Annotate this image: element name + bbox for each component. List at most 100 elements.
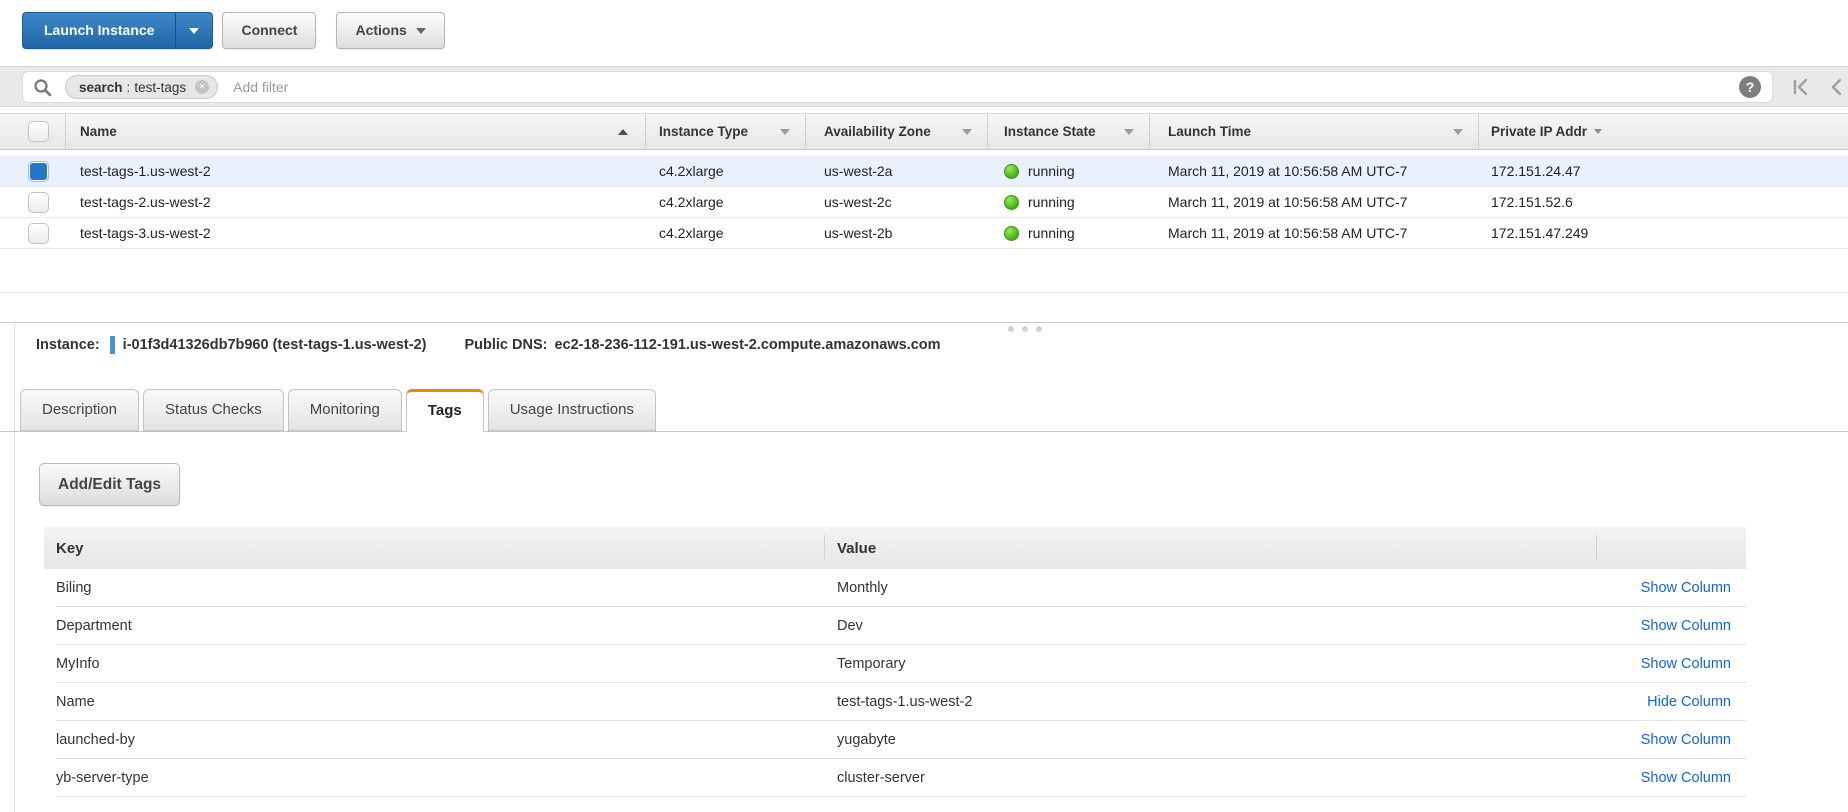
instance-state: running xyxy=(988,218,1150,248)
row-checkbox[interactable] xyxy=(28,192,49,213)
search-icon xyxy=(33,78,52,97)
toolbar: Launch Instance Connect Actions xyxy=(22,12,445,49)
first-page-icon[interactable] xyxy=(1791,78,1811,96)
add-filter-placeholder[interactable]: Add filter xyxy=(233,79,288,95)
column-header-availability-zone[interactable]: Availability Zone xyxy=(806,114,988,149)
show-column-link[interactable]: Show Column xyxy=(1641,656,1731,672)
select-all-checkbox[interactable] xyxy=(28,121,49,142)
tag-value-text: test-tags-1.us-west-2 xyxy=(837,694,972,710)
tag-action: Show Column xyxy=(1597,607,1746,645)
public-dns: Public DNS: ec2-18-236-112-191.us-west-2… xyxy=(464,337,940,353)
remove-filter-icon[interactable] xyxy=(195,80,209,94)
tag-key: launched-by xyxy=(44,721,825,759)
filter-tag-key: search xyxy=(79,80,123,95)
instance-type-text: c4.2xlarge xyxy=(659,163,724,179)
tag-key-text: Department xyxy=(56,618,132,634)
tab-description[interactable]: Description xyxy=(20,389,139,431)
instance-state-text: running xyxy=(1028,163,1075,179)
filter-input[interactable]: search : test-tags Add filter ? xyxy=(22,71,1773,103)
launch-time-text: March 11, 2019 at 10:56:58 AM UTC-7 xyxy=(1168,194,1407,210)
launch-instance-button[interactable]: Launch Instance xyxy=(22,12,176,49)
filter-tag-separator: : xyxy=(127,80,131,95)
chevron-down-icon[interactable] xyxy=(1124,129,1134,135)
instance-type: c4.2xlarge xyxy=(646,156,806,186)
table-row[interactable]: test-tags-3.us-west-2 c4.2xlarge us-west… xyxy=(0,218,1848,249)
availability-zone-text: us-west-2c xyxy=(824,194,892,210)
tag-row: launched-by yugabyte Show Column xyxy=(44,721,1746,759)
instance-state-text: running xyxy=(1028,194,1075,210)
tags-table-header: Key Value xyxy=(44,527,1746,569)
sort-toggle-icon xyxy=(1594,129,1602,134)
hide-column-link[interactable]: Hide Column xyxy=(1647,694,1731,710)
tag-action: Show Column xyxy=(1597,569,1746,607)
tab-status-checks[interactable]: Status Checks xyxy=(143,389,284,431)
instance-type: c4.2xlarge xyxy=(646,218,806,248)
tag-row: yb-server-type cluster-server Show Colum… xyxy=(44,759,1746,797)
public-dns-label: Public DNS: xyxy=(464,337,547,353)
instance-name-text: test-tags-2.us-west-2 xyxy=(80,194,211,210)
tag-row: Department Dev Show Column xyxy=(44,607,1746,645)
row-checkbox[interactable] xyxy=(28,223,49,244)
tag-key-text: MyInfo xyxy=(56,656,100,672)
tag-value-text: Monthly xyxy=(837,580,888,596)
help-icon[interactable]: ? xyxy=(1739,76,1761,98)
availability-zone: us-west-2b xyxy=(806,218,988,248)
column-label: Instance Type xyxy=(659,124,748,139)
chevron-down-icon xyxy=(416,28,426,34)
column-header-private-ip[interactable]: Private IP Addr xyxy=(1479,114,1848,149)
tab-monitoring[interactable]: Monitoring xyxy=(288,389,402,431)
pane-resize-handle[interactable] xyxy=(1008,326,1050,332)
instances-table: Name Instance Type Availability Zone Ins… xyxy=(0,113,1848,249)
launch-instance-dropdown-button[interactable] xyxy=(176,12,213,49)
tag-key: yb-server-type xyxy=(44,759,825,797)
tag-value: cluster-server xyxy=(825,759,1597,797)
column-header-launch-time[interactable]: Launch Time xyxy=(1150,114,1479,149)
tag-key: Biling xyxy=(44,569,825,607)
tag-value-text: cluster-server xyxy=(837,770,925,786)
tag-key-text: yb-server-type xyxy=(56,770,149,786)
row-checkbox[interactable] xyxy=(28,161,49,182)
previous-page-icon[interactable] xyxy=(1828,78,1844,96)
column-header-value: Value xyxy=(825,527,1597,569)
connect-button[interactable]: Connect xyxy=(222,12,316,49)
column-header-instance-type[interactable]: Instance Type xyxy=(646,114,806,149)
tag-value: Dev xyxy=(825,607,1597,645)
chevron-down-icon[interactable] xyxy=(780,129,790,135)
tag-value: Temporary xyxy=(825,645,1597,683)
chevron-down-icon xyxy=(189,28,199,34)
show-column-link[interactable]: Show Column xyxy=(1641,770,1731,786)
actions-button[interactable]: Actions xyxy=(336,12,444,49)
instance-type-text: c4.2xlarge xyxy=(659,225,724,241)
table-row[interactable]: test-tags-2.us-west-2 c4.2xlarge us-west… xyxy=(0,187,1848,218)
table-row[interactable]: test-tags-1.us-west-2 c4.2xlarge us-west… xyxy=(0,156,1848,187)
instance-id: i-01f3d41326db7b960 (test-tags-1.us-west… xyxy=(123,337,427,353)
tab-tags[interactable]: Tags xyxy=(406,389,484,432)
launch-time-text: March 11, 2019 at 10:56:58 AM UTC-7 xyxy=(1168,163,1407,179)
tab-usage-instructions[interactable]: Usage Instructions xyxy=(488,389,656,431)
private-ip-text: 172.151.47.249 xyxy=(1491,225,1588,241)
launch-instance-split-button: Launch Instance xyxy=(22,12,213,49)
chevron-down-icon[interactable] xyxy=(1453,129,1463,135)
launch-time-text: March 11, 2019 at 10:56:58 AM UTC-7 xyxy=(1168,225,1407,241)
instance-type: c4.2xlarge xyxy=(646,187,806,217)
select-all-cell xyxy=(0,114,66,149)
tag-key-text: Biling xyxy=(56,580,91,596)
instance-label: Instance: xyxy=(36,337,100,353)
private-ip: 172.151.47.249 xyxy=(1479,218,1848,248)
chevron-down-icon[interactable] xyxy=(962,129,972,135)
add-edit-tags-button[interactable]: Add/Edit Tags xyxy=(39,463,180,506)
instance-name-text: test-tags-1.us-west-2 xyxy=(80,163,211,179)
show-column-link[interactable]: Show Column xyxy=(1641,580,1731,596)
private-ip-text: 172.151.24.47 xyxy=(1491,163,1581,179)
tag-value: Monthly xyxy=(825,569,1597,607)
search-filter-tag[interactable]: search : test-tags xyxy=(65,75,218,99)
show-column-link[interactable]: Show Column xyxy=(1641,618,1731,634)
column-header-name[interactable]: Name xyxy=(66,114,646,149)
column-header-instance-state[interactable]: Instance State xyxy=(988,114,1150,149)
tag-action: Hide Column xyxy=(1597,683,1746,721)
instance-name: test-tags-3.us-west-2 xyxy=(66,218,646,248)
status-running-icon xyxy=(1004,226,1019,241)
tag-value: test-tags-1.us-west-2 xyxy=(825,683,1597,721)
status-running-icon xyxy=(1004,195,1019,210)
show-column-link[interactable]: Show Column xyxy=(1641,732,1731,748)
